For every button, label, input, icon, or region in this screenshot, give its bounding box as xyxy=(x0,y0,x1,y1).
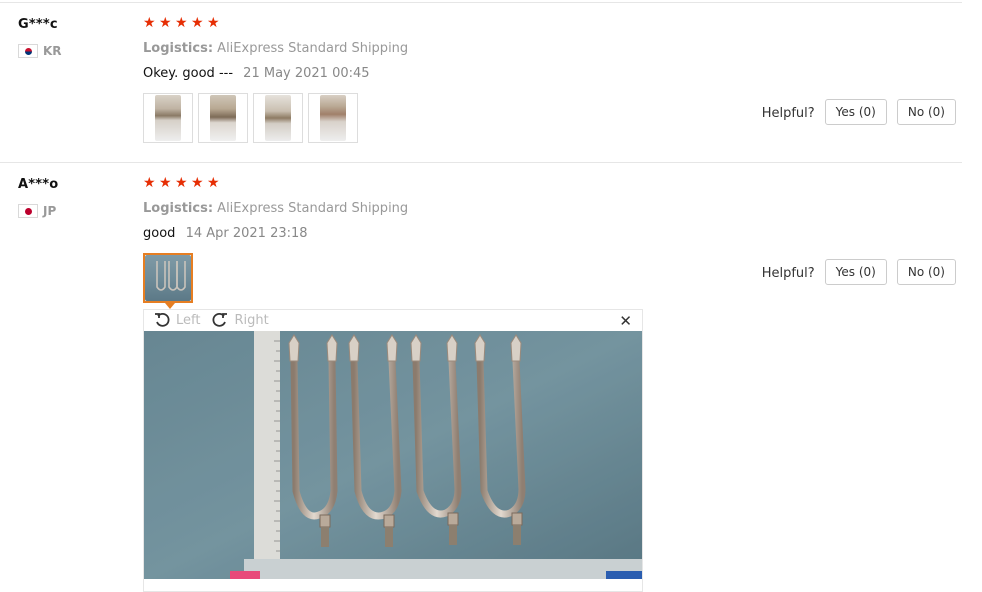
logistics-info: Logistics: AliExpress Standard Shipping xyxy=(143,41,408,56)
helpful-votes: Helpful? Yes (0) No (0) xyxy=(762,99,956,125)
star-icon: ★ xyxy=(143,15,156,31)
rotate-left-icon xyxy=(155,312,170,327)
rotate-left-label: Left xyxy=(176,312,201,328)
japan-flag-icon xyxy=(18,204,38,218)
country-code: JP xyxy=(43,204,57,218)
star-icon: ★ xyxy=(159,15,172,31)
review-date: 14 Apr 2021 23:18 xyxy=(185,226,308,241)
review-date: 21 May 2021 00:45 xyxy=(243,66,370,81)
helpful-no-button[interactable]: No (0) xyxy=(896,99,956,125)
helpful-label: Helpful? xyxy=(761,105,815,121)
star-icon: ★ xyxy=(175,15,188,31)
logistics-label: Logistics: xyxy=(143,41,214,56)
rotate-left-button[interactable]: Left xyxy=(154,312,200,328)
review-photos xyxy=(143,93,358,143)
review-photo-thumbnail-selected[interactable] xyxy=(143,253,193,309)
star-icon: ★ xyxy=(191,175,204,191)
reviewer-country: KR xyxy=(18,43,62,59)
rotate-right-icon xyxy=(213,312,228,327)
review-photo-thumbnail[interactable] xyxy=(198,93,248,143)
logistics-label: Logistics: xyxy=(143,201,214,216)
review-item: G***c KR ★ ★ ★ ★ ★ Logistics: AliExpress… xyxy=(0,3,962,162)
review-comment: Okey. good --- 21 May 2021 00:45 xyxy=(143,66,370,81)
star-icon: ★ xyxy=(159,175,172,191)
star-icon: ★ xyxy=(191,15,204,31)
star-icon: ★ xyxy=(175,175,188,191)
comment-text: good xyxy=(143,226,176,241)
helpful-label: Helpful? xyxy=(761,265,815,281)
logistics-info: Logistics: AliExpress Standard Shipping xyxy=(143,201,408,216)
rotate-right-label: Right xyxy=(234,312,269,328)
logistics-value: AliExpress Standard Shipping xyxy=(217,201,409,216)
south-korea-flag-icon xyxy=(18,44,38,58)
photo-viewer-toolbar: Left Right ✕ xyxy=(144,310,642,330)
reviewer-name: G***c xyxy=(18,17,58,32)
photo-viewer: Left Right ✕ xyxy=(143,309,643,592)
comment-text: Okey. good --- xyxy=(143,66,234,81)
helpful-no-button[interactable]: No (0) xyxy=(896,259,956,285)
helpful-yes-button[interactable]: Yes (0) xyxy=(824,99,887,125)
review-photo-large xyxy=(144,331,642,579)
star-icon: ★ xyxy=(143,175,156,191)
review-photo-thumbnail[interactable] xyxy=(253,93,303,143)
reviewer-name: A***o xyxy=(18,177,59,192)
reviewer-country: JP xyxy=(18,203,56,219)
review-photo-thumbnail[interactable] xyxy=(143,93,193,143)
review-comment: good 14 Apr 2021 23:18 xyxy=(143,226,308,241)
star-rating: ★ ★ ★ ★ ★ xyxy=(143,15,220,31)
logistics-value: AliExpress Standard Shipping xyxy=(217,41,409,56)
rotate-right-button[interactable]: Right xyxy=(212,312,269,328)
review-item: A***o JP ★ ★ ★ ★ ★ Logistics: AliExpress… xyxy=(0,163,962,592)
close-icon[interactable]: ✕ xyxy=(619,312,632,330)
country-code: KR xyxy=(43,44,62,58)
review-photo-thumbnail[interactable] xyxy=(308,93,358,143)
star-rating: ★ ★ ★ ★ ★ xyxy=(143,175,220,191)
star-icon: ★ xyxy=(207,175,220,191)
review-photos xyxy=(143,253,193,309)
helpful-votes: Helpful? Yes (0) No (0) xyxy=(762,259,956,285)
star-icon: ★ xyxy=(207,15,220,31)
helpful-yes-button[interactable]: Yes (0) xyxy=(824,259,887,285)
